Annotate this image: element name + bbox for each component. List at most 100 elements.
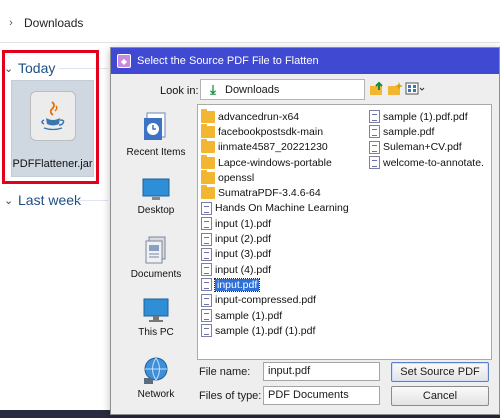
look-in-label: Look in:	[160, 85, 199, 97]
file-row[interactable]: sample (1).pdf	[201, 308, 349, 323]
file-chooser-dialog: ◆ Select the Source PDF File to Flatten …	[110, 47, 500, 415]
up-folder-icon[interactable]	[369, 81, 385, 97]
network-globe-icon	[141, 356, 171, 386]
document-icon	[201, 324, 212, 338]
file-name: sample.pdf	[383, 125, 435, 138]
files-of-type-label: Files of type:	[199, 390, 262, 402]
file-row[interactable]: input.pdf	[201, 277, 349, 292]
download-arrow-icon: ⤓	[210, 81, 216, 97]
file-name-input[interactable]: input.pdf	[263, 362, 380, 381]
folder-icon	[201, 139, 215, 154]
jar-app-icon: ◆	[117, 54, 131, 68]
document-icon	[369, 140, 380, 154]
cancel-button[interactable]: Cancel	[391, 386, 489, 406]
dialog-titlebar[interactable]: ◆ Select the Source PDF File to Flatten	[111, 48, 499, 74]
file-name: iinmate4587_20221230	[218, 141, 328, 154]
files-of-type-combo[interactable]: PDF Documents	[263, 386, 380, 405]
file-name: Lapce-windows-portable	[218, 156, 332, 169]
file-row[interactable]: iinmate4587_20221230	[201, 139, 349, 155]
place-network[interactable]: Network	[121, 356, 191, 400]
place-this-pc[interactable]: This PC	[121, 298, 191, 338]
group-divider-last-week	[76, 200, 108, 201]
file-name: input (3).pdf	[215, 248, 272, 261]
document-icon	[201, 293, 212, 307]
document-icon	[201, 217, 212, 231]
file-name: input (1).pdf	[215, 217, 272, 230]
file-name: facebookpostsdk-main	[218, 125, 324, 138]
document-icon	[369, 156, 380, 170]
look-in-combo[interactable]: ⤓ Downloads	[200, 79, 365, 100]
documents-icon	[144, 236, 168, 266]
file-name: sample (1).pdf (1).pdf	[215, 324, 316, 337]
file-row[interactable]: sample (1).pdf (1).pdf	[201, 323, 349, 338]
file-name: input (2).pdf	[215, 233, 272, 246]
file-row[interactable]: input (3).pdf	[201, 247, 349, 262]
file-row[interactable]: sample (1).pdf.pdf	[369, 109, 484, 124]
breadcrumb-divider	[0, 42, 500, 43]
folder-icon	[201, 154, 215, 169]
file-row[interactable]: input-compressed.pdf	[201, 293, 349, 308]
file-name: welcome-to-annotate.	[383, 156, 484, 169]
file-name: SumatraPDF-3.4.6-64	[218, 187, 321, 200]
file-row[interactable]: SumatraPDF-3.4.6-64	[201, 185, 349, 200]
file-name: advancedrun-x64	[218, 110, 300, 123]
group-header-last-week[interactable]: ⌄ Last week	[4, 191, 81, 209]
file-row[interactable]: Hands On Machine Learning	[201, 201, 349, 216]
document-icon	[201, 247, 212, 261]
file-row[interactable]: openssl	[201, 169, 349, 185]
place-label: This PC	[138, 327, 174, 338]
file-row[interactable]: welcome-to-annotate.	[369, 155, 484, 170]
folder-icon	[201, 123, 215, 138]
place-label: Desktop	[137, 205, 175, 216]
file-name: openssl	[218, 171, 255, 184]
place-desktop[interactable]: Desktop	[121, 178, 191, 216]
place-label: Recent Items	[126, 147, 186, 158]
file-row[interactable]: Lapce-windows-portable	[201, 154, 349, 170]
places-sidebar: Recent Items Desktop Documents This PC N…	[121, 110, 191, 404]
file-name: Suleman+CV.pdf	[383, 141, 462, 154]
document-icon	[201, 309, 212, 322]
place-label: Documents	[130, 269, 182, 280]
place-documents[interactable]: Documents	[121, 236, 191, 280]
file-list-column-2: sample (1).pdf.pdf sample.pdf Suleman+CV.p…	[369, 109, 484, 170]
folder-icon	[201, 169, 215, 184]
computer-icon	[142, 298, 170, 324]
document-icon	[201, 278, 212, 292]
file-name-label: File name:	[199, 366, 251, 378]
file-name: input.pdf	[213, 277, 261, 292]
document-icon	[369, 110, 380, 124]
look-in-value: Downloads	[225, 83, 280, 96]
new-folder-icon[interactable]	[387, 81, 403, 97]
file-row[interactable]: facebookpostsdk-main	[201, 123, 349, 139]
document-icon	[201, 232, 212, 246]
chevron-right-icon: ›	[9, 17, 13, 29]
document-icon	[369, 125, 380, 139]
file-row[interactable]: input (1).pdf	[201, 216, 349, 231]
file-row[interactable]: advancedrun-x64	[201, 108, 349, 124]
highlight-annotation-box	[2, 50, 99, 184]
file-name: sample (1).pdf	[215, 309, 283, 322]
file-row[interactable]: input (4).pdf	[201, 262, 349, 277]
file-name: input-compressed.pdf	[215, 294, 316, 307]
desktop-icon	[142, 178, 170, 202]
file-list-column-1: advancedrun-x64 facebookpostsdk-main iinma…	[201, 108, 349, 338]
place-label: Network	[137, 389, 175, 400]
file-name: Hands On Machine Learning	[215, 202, 349, 215]
file-list[interactable]: advancedrun-x64 facebookpostsdk-main iinma…	[197, 104, 492, 360]
breadcrumb-downloads[interactable]: Downloads	[24, 16, 83, 30]
file-row[interactable]: sample.pdf	[369, 124, 484, 139]
place-recent-items[interactable]: Recent Items	[121, 110, 191, 158]
file-row[interactable]: Suleman+CV.pdf	[369, 140, 484, 155]
file-name: sample (1).pdf.pdf	[383, 110, 468, 123]
group-label-last-week: Last week	[18, 192, 82, 208]
document-icon	[201, 263, 212, 277]
chevron-down-icon: ⌄	[4, 194, 14, 207]
recent-items-icon	[141, 110, 171, 144]
folder-icon	[201, 185, 215, 200]
file-name: input (4).pdf	[215, 263, 272, 276]
view-list-icon[interactable]	[404, 81, 426, 97]
explorer-breadcrumb: › Downloads	[0, 12, 83, 34]
file-row[interactable]: input (2).pdf	[201, 231, 349, 246]
set-source-pdf-button[interactable]: Set Source PDF	[391, 362, 489, 382]
document-icon	[201, 201, 212, 215]
